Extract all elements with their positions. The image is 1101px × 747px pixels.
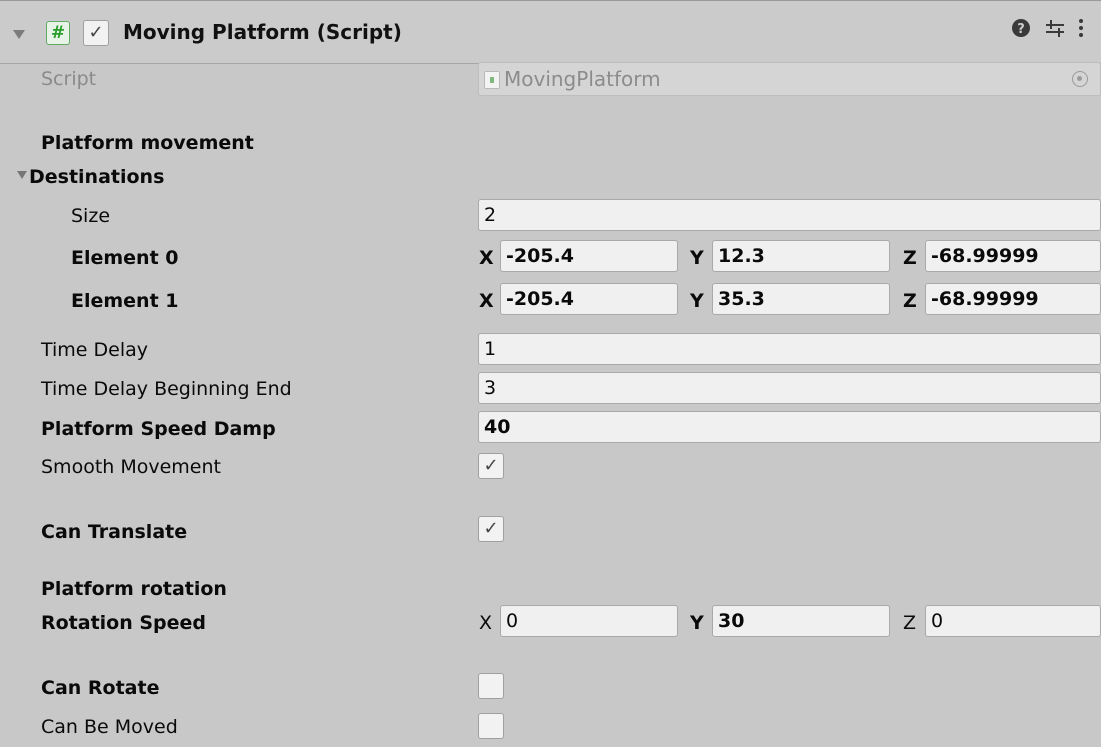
destinations-label[interactable]: Destinations xyxy=(29,166,164,188)
element-0-y-label: Y xyxy=(690,247,704,269)
svg-text:?: ? xyxy=(1017,22,1025,37)
time-delay-beginning-end-label: Time Delay Beginning End xyxy=(41,378,292,400)
element-1-z-field[interactable]: -68.99999 xyxy=(925,283,1101,315)
element-1-x-label: X xyxy=(479,290,494,312)
script-field-value: MovingPlatform xyxy=(504,67,661,91)
rotation-speed-z-field[interactable]: 0 xyxy=(925,605,1101,637)
smooth-movement-label: Smooth Movement xyxy=(41,456,221,478)
component-enabled-checkbox[interactable]: ✓ xyxy=(83,20,109,46)
platform-speed-damp-field[interactable]: 40 xyxy=(478,411,1101,443)
element-1-label: Element 1 xyxy=(71,290,179,312)
rotation-speed-y-label: Y xyxy=(690,612,704,634)
can-rotate-checkbox[interactable] xyxy=(478,673,504,699)
rotation-speed-label: Rotation Speed xyxy=(41,612,207,634)
element-0-y-field[interactable]: 12.3 xyxy=(712,240,890,272)
element-1-z-label: Z xyxy=(903,290,917,312)
element-0-label: Element 0 xyxy=(71,247,179,269)
help-icon[interactable]: ? xyxy=(1011,18,1031,43)
rotation-speed-x-field[interactable]: 0 xyxy=(500,605,678,637)
element-0-z-label: Z xyxy=(903,247,917,269)
presets-icon[interactable] xyxy=(1044,18,1066,43)
platform-movement-header: Platform movement xyxy=(41,132,254,154)
destinations-foldout-icon[interactable] xyxy=(17,171,27,179)
script-label: Script xyxy=(41,68,97,90)
element-1-y-field[interactable]: 35.3 xyxy=(712,283,890,315)
size-field[interactable]: 2 xyxy=(478,199,1101,231)
script-file-icon xyxy=(484,71,500,89)
rotation-speed-z-label: Z xyxy=(903,612,917,634)
kebab-menu-icon[interactable] xyxy=(1077,18,1085,43)
foldout-arrow-icon[interactable] xyxy=(13,30,25,39)
platform-rotation-header: Platform rotation xyxy=(41,578,227,600)
element-1-y-label: Y xyxy=(690,290,704,312)
can-translate-checkbox[interactable]: ✓ xyxy=(478,516,504,542)
can-be-moved-label: Can Be Moved xyxy=(41,716,178,738)
element-0-z-field[interactable]: -68.99999 xyxy=(925,240,1101,272)
time-delay-field[interactable]: 1 xyxy=(478,333,1101,365)
component-title[interactable]: Moving Platform (Script) xyxy=(123,20,402,44)
can-translate-label: Can Translate xyxy=(41,521,188,543)
element-1-x-field[interactable]: -205.4 xyxy=(500,283,678,315)
object-picker-icon[interactable] xyxy=(1072,71,1088,87)
component-header: # ✓ Moving Platform (Script) ? xyxy=(0,0,1101,64)
platform-speed-damp-label: Platform Speed Damp xyxy=(41,418,276,440)
size-label: Size xyxy=(71,205,111,227)
rotation-speed-y-field[interactable]: 30 xyxy=(712,605,890,637)
element-0-x-field[interactable]: -205.4 xyxy=(500,240,678,272)
time-delay-beginning-end-field[interactable]: 3 xyxy=(478,372,1101,404)
script-component-icon: # xyxy=(46,21,70,45)
smooth-movement-checkbox[interactable]: ✓ xyxy=(478,453,504,479)
rotation-speed-x-label: X xyxy=(479,612,493,634)
can-rotate-label: Can Rotate xyxy=(41,677,160,699)
element-0-x-label: X xyxy=(479,247,494,269)
time-delay-label: Time Delay xyxy=(41,339,149,361)
script-object-field[interactable]: MovingPlatform xyxy=(478,62,1101,96)
can-be-moved-checkbox[interactable] xyxy=(478,713,504,739)
